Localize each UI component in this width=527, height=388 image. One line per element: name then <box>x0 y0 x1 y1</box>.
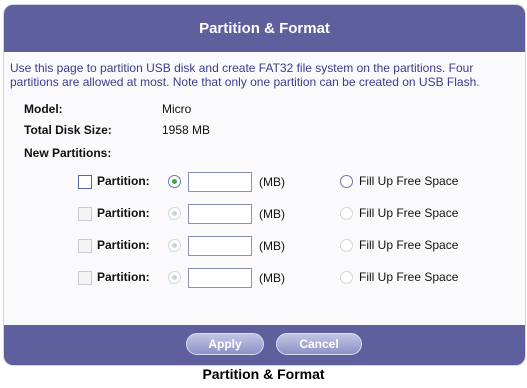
partition-row-1: Partition: (MB) Fill Up Free Space <box>4 172 525 194</box>
partition-2-fill-label: Fill Up Free Space <box>359 206 459 220</box>
total-size-label: Total Disk Size: <box>24 123 112 137</box>
partition-row-4: Partition: (MB) Fill Up Free Space <box>4 268 525 290</box>
partition-1-unit: (MB) <box>259 175 285 189</box>
radio-selected-dot-icon <box>172 275 177 280</box>
new-partitions-label: New Partitions: <box>24 146 112 160</box>
partition-4-checkbox[interactable] <box>78 271 92 285</box>
partition-3-unit: (MB) <box>259 239 285 253</box>
partition-2-unit: (MB) <box>259 207 285 221</box>
partition-3-label: Partition: <box>97 238 150 252</box>
partition-3-fill-label: Fill Up Free Space <box>359 238 459 252</box>
partition-2-size-input[interactable] <box>188 204 252 224</box>
apply-button[interactable]: Apply <box>186 333 264 355</box>
partition-2-size-radio[interactable] <box>168 207 181 220</box>
radio-selected-dot-icon <box>172 179 177 184</box>
partition-4-size-radio[interactable] <box>168 271 181 284</box>
partition-3-checkbox[interactable] <box>78 239 92 253</box>
partition-panel: Partition & Format Use this page to part… <box>3 4 526 366</box>
partition-3-size-radio[interactable] <box>168 239 181 252</box>
cancel-button[interactable]: Cancel <box>276 333 362 355</box>
partition-1-size-radio[interactable] <box>168 175 181 188</box>
partition-3-fill-radio[interactable] <box>340 239 353 252</box>
partition-4-size-input[interactable] <box>188 268 252 288</box>
partition-2-fill-radio[interactable] <box>340 207 353 220</box>
partition-row-2: Partition: (MB) Fill Up Free Space <box>4 204 525 226</box>
partition-1-label: Partition: <box>97 174 150 188</box>
button-bar: Apply Cancel <box>4 325 525 365</box>
partition-1-fill-label: Fill Up Free Space <box>359 174 459 188</box>
intro-text: Use this page to partition USB disk and … <box>10 61 480 89</box>
radio-selected-dot-icon <box>172 243 177 248</box>
model-label: Model: <box>24 102 63 116</box>
partition-2-label: Partition: <box>97 206 150 220</box>
partition-row-3: Partition: (MB) Fill Up Free Space <box>4 236 525 258</box>
partition-4-label: Partition: <box>97 270 150 284</box>
partition-1-checkbox[interactable] <box>78 175 92 189</box>
radio-selected-dot-icon <box>172 211 177 216</box>
panel-title: Partition & Format <box>199 20 330 37</box>
panel-header: Partition & Format <box>4 5 525 52</box>
total-size-value: 1958 MB <box>162 123 211 137</box>
figure-caption: Partition & Format <box>202 366 325 382</box>
partition-2-checkbox[interactable] <box>78 207 92 221</box>
partition-4-unit: (MB) <box>259 271 285 285</box>
partition-1-size-input[interactable] <box>188 172 252 192</box>
partition-1-fill-radio[interactable] <box>340 175 353 188</box>
partition-3-size-input[interactable] <box>188 236 252 256</box>
partition-4-fill-label: Fill Up Free Space <box>359 270 459 284</box>
partition-4-fill-radio[interactable] <box>340 271 353 284</box>
model-value: Micro <box>162 102 192 116</box>
